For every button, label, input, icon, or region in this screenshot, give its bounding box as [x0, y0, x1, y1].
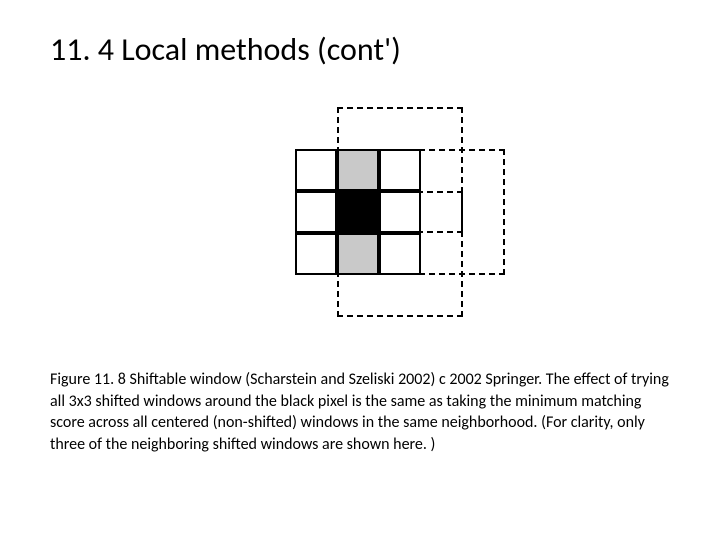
figure-caption: Figure 11. 8 Shiftable window (Scharstei… — [40, 369, 680, 455]
center-window-grid — [295, 149, 421, 275]
grid-cell — [379, 191, 421, 233]
grid-cell — [295, 233, 337, 275]
grid-cell — [295, 149, 337, 191]
grid-cell-gray — [337, 149, 379, 191]
grid-cell-gray — [337, 233, 379, 275]
shiftable-window-figure — [245, 99, 475, 329]
section-heading: 11. 4 Local methods (cont') — [50, 30, 680, 69]
grid-cell — [379, 233, 421, 275]
grid-cell — [295, 191, 337, 233]
figure-container — [40, 99, 680, 329]
grid-cell-black-center — [337, 191, 379, 233]
grid-cell — [379, 149, 421, 191]
